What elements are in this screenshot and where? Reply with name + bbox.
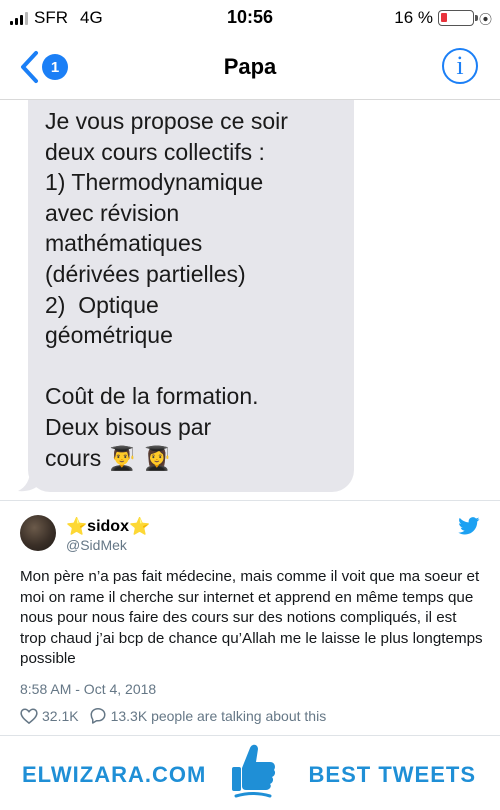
conversation-header: 1 Papa i — [0, 36, 500, 100]
orientation-lock-icon: ⦿ — [478, 11, 492, 27]
comment-icon — [90, 708, 106, 724]
section-brand: BEST TWEETS — [308, 762, 476, 787]
like-count: 32.1K — [42, 707, 79, 724]
battery-icon — [437, 10, 478, 26]
branding-footer: ELWIZARA.COM BEST TWEETS — [0, 736, 500, 810]
tweet-handle[interactable]: @SidMek — [66, 537, 127, 553]
info-icon[interactable]: i — [442, 48, 478, 84]
tweet-actions: 32.1K 13.3K people are talking about thi… — [20, 707, 326, 724]
status-bar: SFR 4G 10:56 16 % ⦿ — [0, 0, 500, 36]
bubble-tail — [18, 470, 40, 492]
received-message-bubble: Je vous propose ce soir deux cours colle… — [28, 100, 354, 492]
tweet-text: Mon père n’a pas fait médecine, mais com… — [20, 568, 483, 667]
avatar[interactable] — [20, 515, 56, 551]
sms-screenshot: SFR 4G 10:56 16 % ⦿ 1 Papa i Je vous pro… — [0, 0, 500, 500]
message-text: Je vous propose ce soir deux cours colle… — [45, 108, 288, 471]
heart-icon — [20, 707, 38, 724]
like-button[interactable]: 32.1K — [20, 708, 79, 724]
tweet-timestamp[interactable]: 8:58 AM - Oct 4, 2018 — [20, 681, 156, 697]
tweet-card: ⭐ sidox ⭐ @SidMek Mon père n’a pas fait … — [0, 500, 500, 736]
site-brand: ELWIZARA.COM — [22, 762, 207, 787]
tweet-display-name[interactable]: ⭐ sidox ⭐ — [66, 517, 150, 537]
twitter-bird-icon[interactable] — [458, 517, 480, 535]
star-icon: ⭐ — [66, 517, 88, 536]
thumbs-up-icon — [232, 744, 276, 798]
reply-link[interactable]: 13.3K people are talking about this — [89, 707, 327, 724]
status-right: 16 % ⦿ — [394, 8, 492, 28]
battery-percent: 16 % — [394, 8, 433, 27]
star-icon: ⭐ — [128, 517, 151, 536]
display-name-text: sidox — [87, 518, 129, 535]
talking-count: 13.3K people are talking about this — [110, 707, 327, 724]
contact-name: Papa — [223, 54, 277, 79]
